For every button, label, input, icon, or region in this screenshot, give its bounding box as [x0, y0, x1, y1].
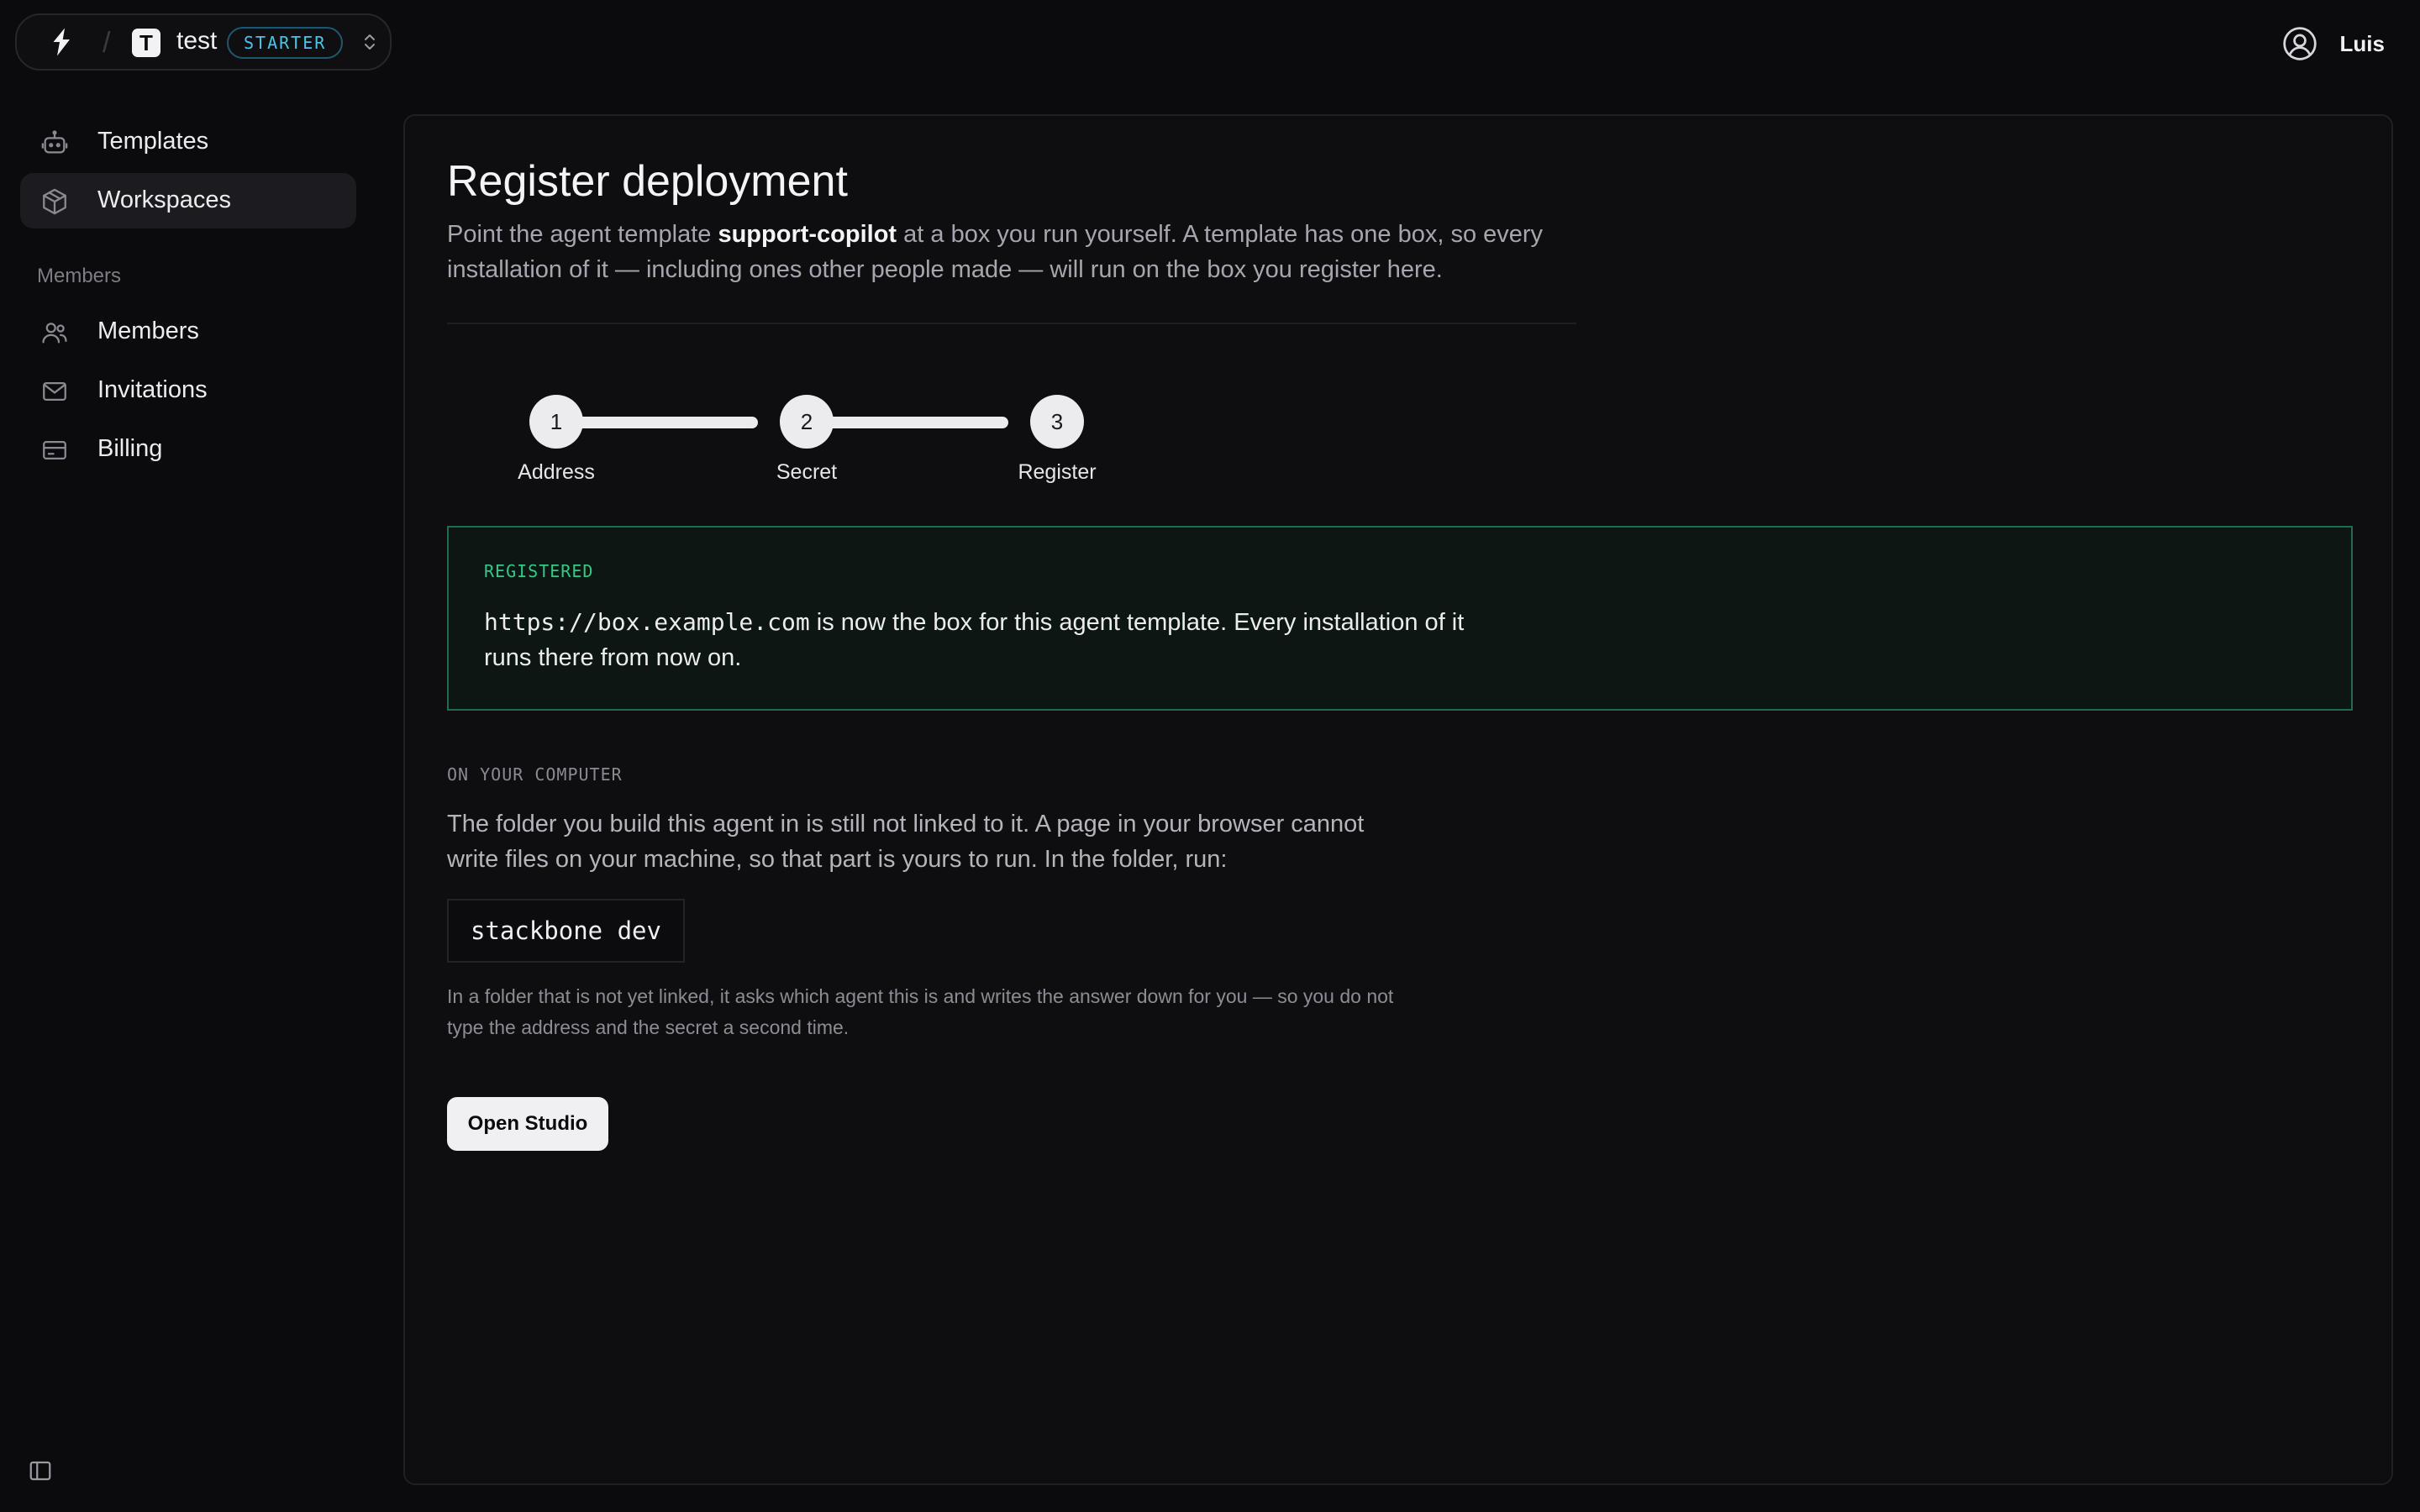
step-1-label: Address: [518, 460, 595, 484]
app-root: Templates Workspaces Members Members Inv…: [0, 0, 2420, 1512]
step-3-circle: 3: [1030, 395, 1084, 449]
user-name: Luis: [2339, 30, 2385, 56]
user-circle-icon: [2282, 27, 2317, 60]
sidebar-toggle-icon[interactable]: [27, 1458, 54, 1483]
template-name: support-copilot: [718, 221, 897, 248]
sidebar-item-billing[interactable]: Billing: [20, 422, 356, 477]
sidebar-item-workspaces[interactable]: Workspaces: [20, 173, 356, 228]
computer-instructions: The folder you build this agent in is st…: [447, 811, 1365, 873]
step-2-label: Secret: [776, 460, 838, 484]
step-2-circle: 2: [780, 395, 834, 449]
registered-notice: REGISTERED https://box.example.com is no…: [447, 526, 2353, 711]
sidebar-item-label: Members: [97, 318, 199, 344]
sidebar-item-templates[interactable]: Templates: [20, 114, 356, 170]
box-url: https://box.example.com: [484, 608, 810, 636]
sidebar-item-label: Invitations: [97, 376, 208, 403]
sidebar-item-label: Billing: [97, 435, 163, 462]
registered-text: https://box.example.com is now the box f…: [484, 608, 1465, 671]
command-hint: In a folder that is not yet linked, it a…: [447, 985, 1394, 1038]
sidebar-item-label: Workspaces: [97, 186, 232, 213]
on-your-computer-tag: ON YOUR COMPUTER: [447, 764, 623, 785]
box-icon: [43, 188, 66, 215]
sidebar: Templates Workspaces Members Members Inv…: [0, 0, 370, 1512]
workspace-switcher[interactable]: / T test STARTER: [15, 13, 392, 71]
bot-icon: [41, 130, 68, 154]
breadcrumb-separator: /: [103, 27, 111, 59]
user-menu[interactable]: Luis: [2281, 25, 2385, 62]
workspace-avatar: T: [132, 29, 160, 57]
users-icon: [42, 323, 67, 344]
section-label: Members: [37, 265, 122, 287]
workspace-name: test: [176, 27, 218, 55]
card-icon: [43, 440, 66, 460]
chevron-up-down-icon[interactable]: [360, 30, 380, 54]
divider: [447, 323, 1576, 324]
command-snippet[interactable]: stackbone dev: [447, 899, 685, 963]
sidebar-item-invitations[interactable]: Invitations: [20, 363, 356, 418]
mail-icon: [43, 381, 66, 402]
step-1-circle: 1: [529, 395, 583, 449]
logo-icon: [53, 28, 70, 56]
main-panel: Register deployment Point the agent temp…: [403, 114, 2393, 1485]
plan-badge: STARTER: [227, 27, 344, 59]
sidebar-item-members[interactable]: Members: [20, 304, 356, 360]
open-studio-button[interactable]: Open Studio: [447, 1097, 608, 1151]
step-3-label: Register: [1018, 460, 1097, 484]
intro-text: Point the agent template support-copilot…: [447, 221, 1544, 283]
page-title: Register deployment: [447, 157, 848, 206]
sidebar-item-label: Templates: [97, 128, 209, 155]
stepper: 1 2 3 Address Secret Register: [447, 381, 1119, 484]
registered-tag: REGISTERED: [484, 561, 594, 581]
